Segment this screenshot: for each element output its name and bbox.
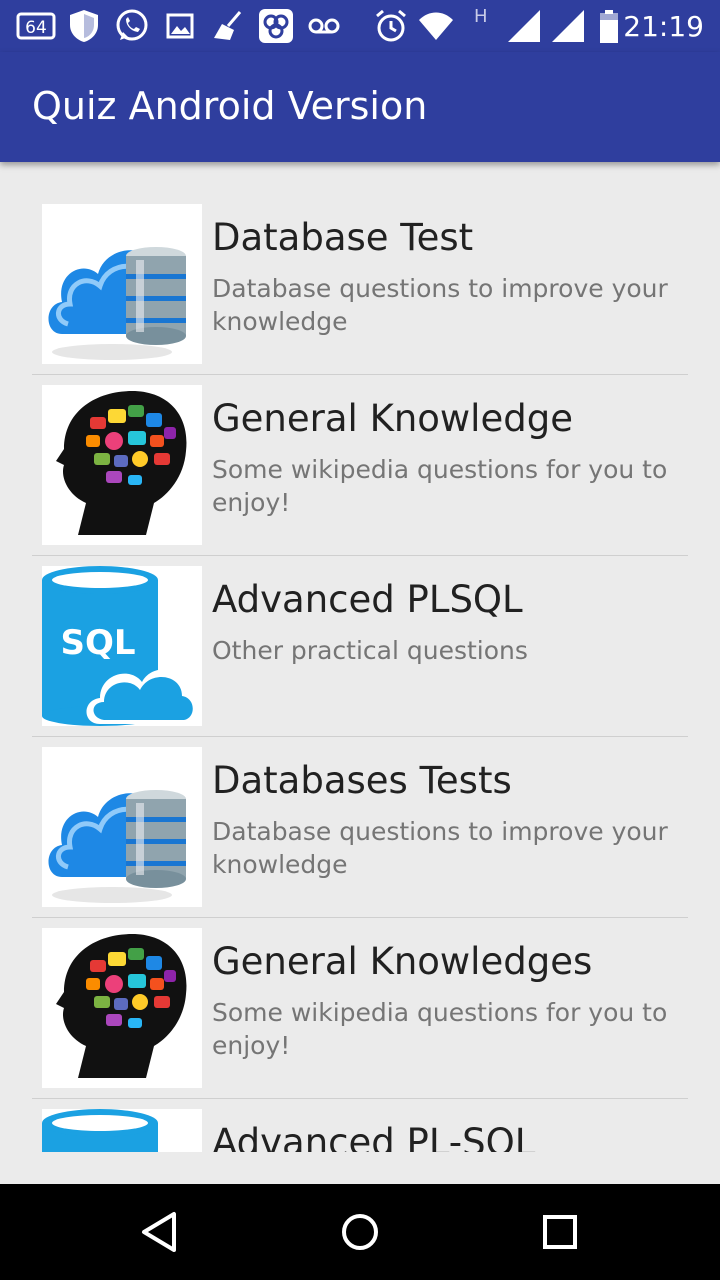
quiz-description: Some wikipedia questions for you to enjo… — [212, 455, 668, 517]
voicemail-icon — [308, 18, 340, 34]
quiz-item-advanced-plsql[interactable]: SQL Advanced PLSQL Other practical quest… — [32, 556, 688, 737]
app-icon — [259, 9, 293, 43]
quiz-item-advanced-pl-sql[interactable]: Advanced PL-SQL — [32, 1099, 688, 1152]
svg-text:64: 64 — [25, 18, 47, 38]
navigation-bar — [0, 1184, 720, 1280]
whatsapp-icon — [116, 9, 148, 41]
quiz-title: General Knowledges — [212, 940, 593, 983]
status-bar: 64 H 21:19 — [0, 0, 720, 52]
cleaner-icon — [214, 11, 242, 40]
quiz-title: General Knowledge — [212, 397, 573, 440]
signal-icon — [552, 10, 584, 42]
quiz-title: Advanced PLSQL — [212, 578, 523, 621]
quiz-item-databases-tests[interactable]: Databases Tests Database questions to im… — [32, 737, 688, 918]
battery-icon — [600, 10, 618, 43]
quiz-description: Database questions to improve your knowl… — [212, 817, 668, 879]
quiz-description: Other practical questions — [212, 636, 528, 665]
network-h-icon: H — [474, 6, 488, 27]
shield-icon — [70, 10, 98, 42]
home-icon[interactable] — [326, 1198, 394, 1266]
quiz-title: Databases Tests — [212, 759, 512, 802]
back-icon[interactable] — [126, 1198, 194, 1266]
signal-icon — [508, 10, 540, 42]
status-time: 21:19 — [623, 10, 704, 43]
database-cloud-image — [42, 747, 202, 907]
quiz-title: Advanced PL-SQL — [212, 1121, 536, 1152]
brain-head-image — [42, 928, 202, 1088]
wifi-icon — [419, 12, 453, 40]
sql-cloud-image: SQL — [42, 566, 202, 726]
quiz-title: Database Test — [212, 216, 474, 259]
quiz-description: Database questions to improve your knowl… — [212, 274, 668, 336]
image-icon — [166, 13, 194, 39]
app-bar: Quiz Android Version — [0, 52, 720, 162]
quiz-description: Some wikipedia questions for you to enjo… — [212, 998, 668, 1060]
quiz-item-general-knowledges[interactable]: General Knowledges Some wikipedia questi… — [32, 918, 688, 1099]
alarm-icon — [376, 9, 406, 42]
sql-cloud-image — [42, 1109, 202, 1152]
quiz-item-database-test[interactable]: Database Test Database questions to impr… — [32, 194, 688, 375]
app-title: Quiz Android Version — [32, 84, 428, 128]
quiz-list[interactable]: Database Test Database questions to impr… — [32, 194, 688, 1152]
brain-head-image — [42, 385, 202, 545]
recents-icon[interactable] — [526, 1198, 594, 1266]
svg-text:SQL: SQL — [60, 623, 135, 663]
database-cloud-image — [42, 204, 202, 364]
quiz-item-general-knowledge[interactable]: General Knowledge Some wikipedia questio… — [32, 375, 688, 556]
notification-count-icon: 64 — [16, 12, 56, 40]
